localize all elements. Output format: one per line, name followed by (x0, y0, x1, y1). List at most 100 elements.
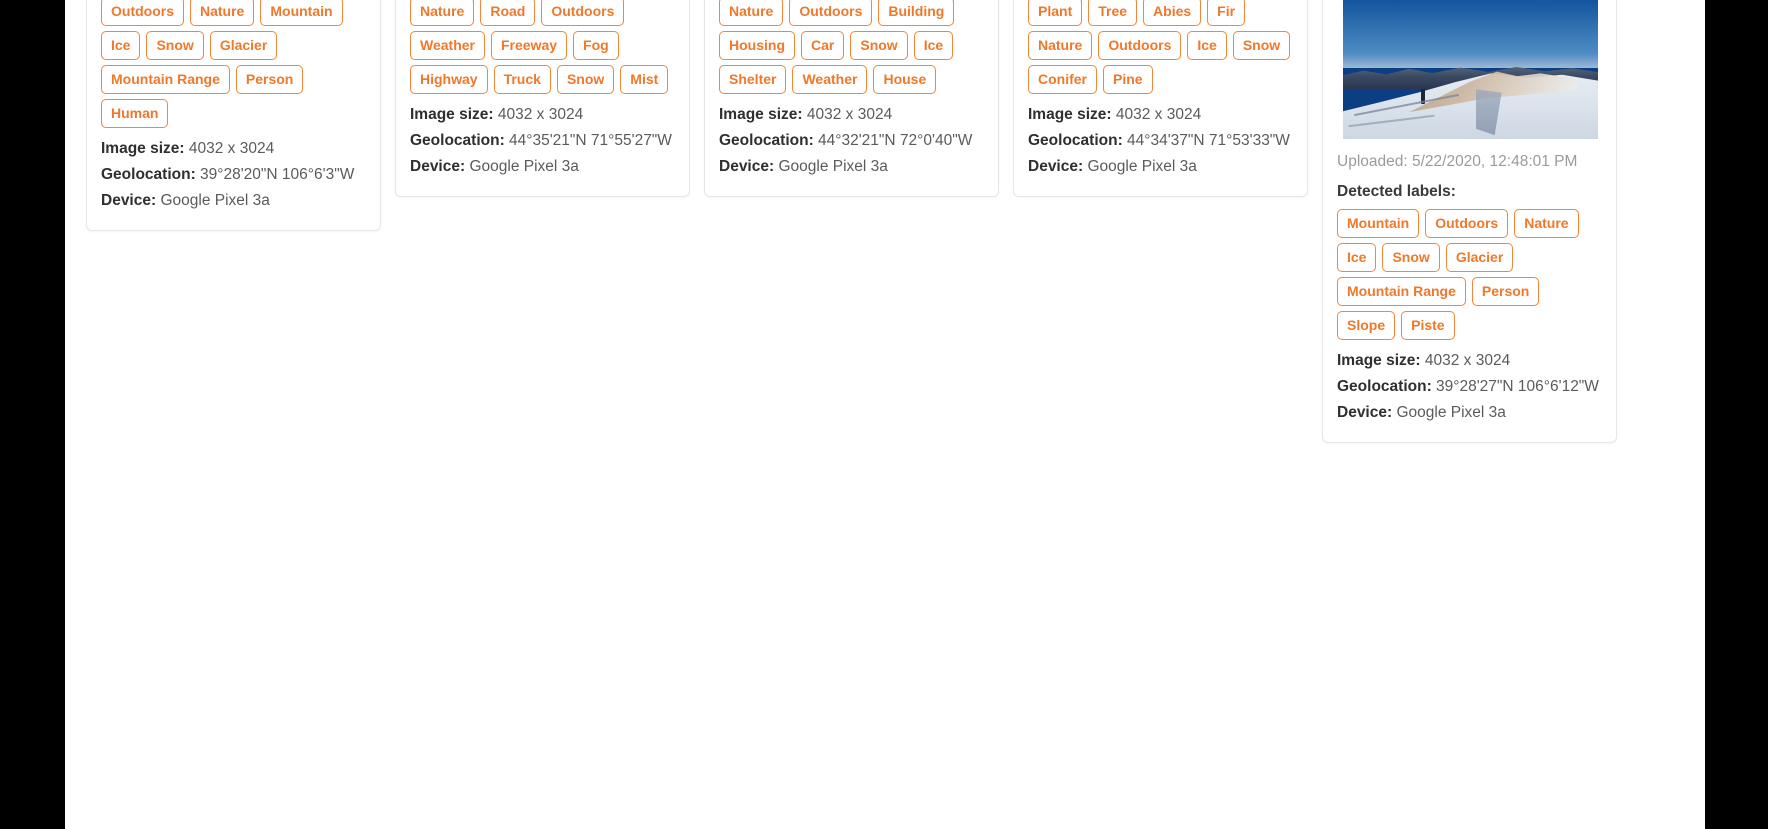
detected-label-chip[interactable]: Human (101, 99, 169, 128)
detected-label-chip[interactable]: Abies (1143, 0, 1202, 26)
image-size-label: Image size: (719, 106, 803, 123)
image-size-row: Image size: 4032 x 3024 (101, 136, 366, 162)
image-card[interactable]: Uploaded: 5/22/2020, 12:48:01 PM Detected… (1322, 0, 1617, 443)
detected-label-chip[interactable]: Building (878, 0, 955, 26)
image-card-grid: Uploaded: 5/8/2020, 10:34:35 AMDetected … (86, 0, 1686, 443)
detected-label-chip[interactable]: Nature (190, 0, 255, 26)
detected-label-chip[interactable]: Tree (1088, 0, 1138, 26)
detected-labels-list: Mountain Outdoors Nature Ice Snow Glacier Moun… (1337, 209, 1602, 340)
device-label: Device: (410, 158, 466, 175)
device-value: Google Pixel 3a (160, 192, 270, 209)
detected-label-chip[interactable]: Snow (1232, 31, 1291, 60)
image-card[interactable]: Uploaded: 5/8/2020, 10:34:35 AMDetected … (1013, 0, 1308, 197)
detected-label-chip[interactable]: Person (1471, 277, 1540, 306)
device-row: Device: Google Pixel 3a (1028, 154, 1293, 180)
device-label: Device: (101, 192, 157, 209)
geolocation-label: Geolocation: (1337, 378, 1432, 395)
device-value: Google Pixel 3a (778, 158, 888, 175)
detected-label-chip[interactable]: Fog (573, 31, 619, 60)
detected-label-chip[interactable]: Nature (719, 0, 784, 26)
geolocation-row: Geolocation: 44°35'21"N 71°55'27"W (410, 128, 675, 154)
detected-label-chip[interactable]: Weather (792, 65, 868, 94)
card-thumbnail-wrap (1323, 0, 1616, 139)
detected-label-chip[interactable]: Ice (1337, 243, 1377, 272)
card-body: Uploaded: 5/8/2020, 10:34:35 AMDetected … (1014, 0, 1307, 196)
detected-label-chip[interactable]: Outdoors (101, 0, 184, 26)
detected-label-chip[interactable]: Glacier (209, 31, 278, 60)
detected-label-chip[interactable]: Outdoors (1098, 31, 1182, 60)
detected-label-chip[interactable]: Pine (1103, 65, 1153, 94)
detected-label-chip[interactable]: Slope (1337, 311, 1396, 340)
detected-label-chip[interactable]: Nature (1028, 31, 1093, 60)
detected-label-chip[interactable]: Road (480, 0, 536, 26)
image-card[interactable]: Uploaded: 5/8/2020, 10:34:35 AMDetected … (86, 0, 381, 231)
geolocation-label: Geolocation: (719, 132, 814, 149)
detected-label-chip[interactable]: Truck (493, 65, 551, 94)
detected-label-chip[interactable]: Conifer (1028, 65, 1097, 94)
detected-label-chip[interactable]: Outdoors (541, 0, 625, 26)
detected-label-chip[interactable]: Ice (101, 31, 141, 60)
detected-label-chip[interactable]: Piste (1401, 311, 1455, 340)
detected-labels-list: Outdoors Nature Mountain Ice Snow Glacier Moun… (101, 0, 366, 128)
image-size-row: Image size: 4032 x 3024 (1337, 348, 1602, 374)
geolocation-label: Geolocation: (101, 166, 196, 183)
card-body: Uploaded: 5/8/2020, 10:34:35 AMDetected … (705, 0, 998, 196)
detected-label-chip[interactable]: Snow (556, 65, 615, 94)
detected-label-chip[interactable]: Snow (146, 31, 204, 60)
detected-label-chip[interactable]: Nature (410, 0, 475, 26)
image-size-label: Image size: (101, 140, 185, 157)
image-card[interactable]: Uploaded: 5/8/2020, 10:34:35 AMDetected … (395, 0, 690, 197)
detected-label-chip[interactable]: Nature (1514, 209, 1579, 238)
detected-label-chip[interactable]: Person (235, 65, 304, 94)
detected-label-chip[interactable]: Ice (1187, 31, 1227, 60)
gallery-page: Uploaded: 5/8/2020, 10:34:35 AMDetected … (65, 0, 1705, 829)
detected-label-chip[interactable]: Mountain (1337, 209, 1420, 238)
detected-label-chip[interactable]: Outdoors (789, 0, 873, 26)
geolocation-value: 39°28'20"N 106°6'3"W (200, 166, 355, 183)
card-body: Uploaded: 5/8/2020, 10:34:35 AMDetected … (87, 0, 380, 230)
detected-label-chip[interactable]: Housing (719, 31, 795, 60)
device-row: Device: Google Pixel 3a (101, 188, 366, 214)
detected-label-chip[interactable]: Snow (850, 31, 908, 60)
image-size-row: Image size: 4032 x 3024 (719, 102, 984, 128)
geolocation-value: 44°32'21"N 72°0'40"W (818, 132, 973, 149)
detected-label-chip[interactable]: Glacier (1445, 243, 1514, 272)
geolocation-value: 39°28'27"N 106°6'12"W (1436, 378, 1599, 395)
device-value: Google Pixel 3a (1087, 158, 1197, 175)
detected-label-chip[interactable]: Weather (410, 31, 485, 60)
detected-label-chip[interactable]: Snow (1382, 243, 1440, 272)
geolocation-value: 44°35'21"N 71°55'27"W (509, 132, 672, 149)
detected-label-chip[interactable]: Plant (1028, 0, 1083, 26)
image-size-row: Image size: 4032 x 3024 (1028, 102, 1293, 128)
geolocation-row: Geolocation: 39°28'20"N 106°6'3"W (101, 162, 366, 188)
detected-label-chip[interactable]: Mist (620, 65, 669, 94)
detected-label-chip[interactable]: Car (801, 31, 845, 60)
device-value: Google Pixel 3a (469, 158, 579, 175)
image-size-value: 4032 x 3024 (497, 106, 584, 123)
image-size-value: 4032 x 3024 (806, 106, 893, 123)
image-size-label: Image size: (410, 106, 494, 123)
geolocation-label: Geolocation: (1028, 132, 1123, 149)
image-thumbnail[interactable] (1343, 0, 1598, 139)
image-size-value: 4032 x 3024 (188, 140, 275, 157)
device-label: Device: (719, 158, 775, 175)
detected-label-chip[interactable]: Highway (410, 65, 488, 94)
uploaded-timestamp: Uploaded: 5/22/2020, 12:48:01 PM (1337, 153, 1578, 170)
image-size-value: 4032 x 3024 (1115, 106, 1202, 123)
detected-label-chip[interactable]: Freeway (490, 31, 568, 60)
detected-label-chip[interactable]: Fir (1207, 0, 1246, 26)
device-row: Device: Google Pixel 3a (410, 154, 675, 180)
detected-labels-heading: Detected labels: (1337, 183, 1456, 200)
detected-label-chip[interactable]: Mountain Range (101, 65, 230, 94)
detected-label-chip[interactable]: Mountain (260, 0, 343, 26)
detected-label-chip[interactable]: House (873, 65, 937, 94)
detected-label-chip[interactable]: Mountain Range (1337, 277, 1466, 306)
image-size-label: Image size: (1337, 352, 1421, 369)
image-size-row: Image size: 4032 x 3024 (410, 102, 675, 128)
geolocation-row: Geolocation: 44°32'21"N 72°0'40"W (719, 128, 984, 154)
detected-label-chip[interactable]: Outdoors (1425, 209, 1509, 238)
detected-label-chip[interactable]: Shelter (719, 65, 787, 94)
detected-label-chip[interactable]: Ice (913, 31, 954, 60)
image-card[interactable]: Uploaded: 5/8/2020, 10:34:35 AMDetected … (704, 0, 999, 197)
geolocation-row: Geolocation: 39°28'27"N 106°6'12"W (1337, 374, 1602, 400)
